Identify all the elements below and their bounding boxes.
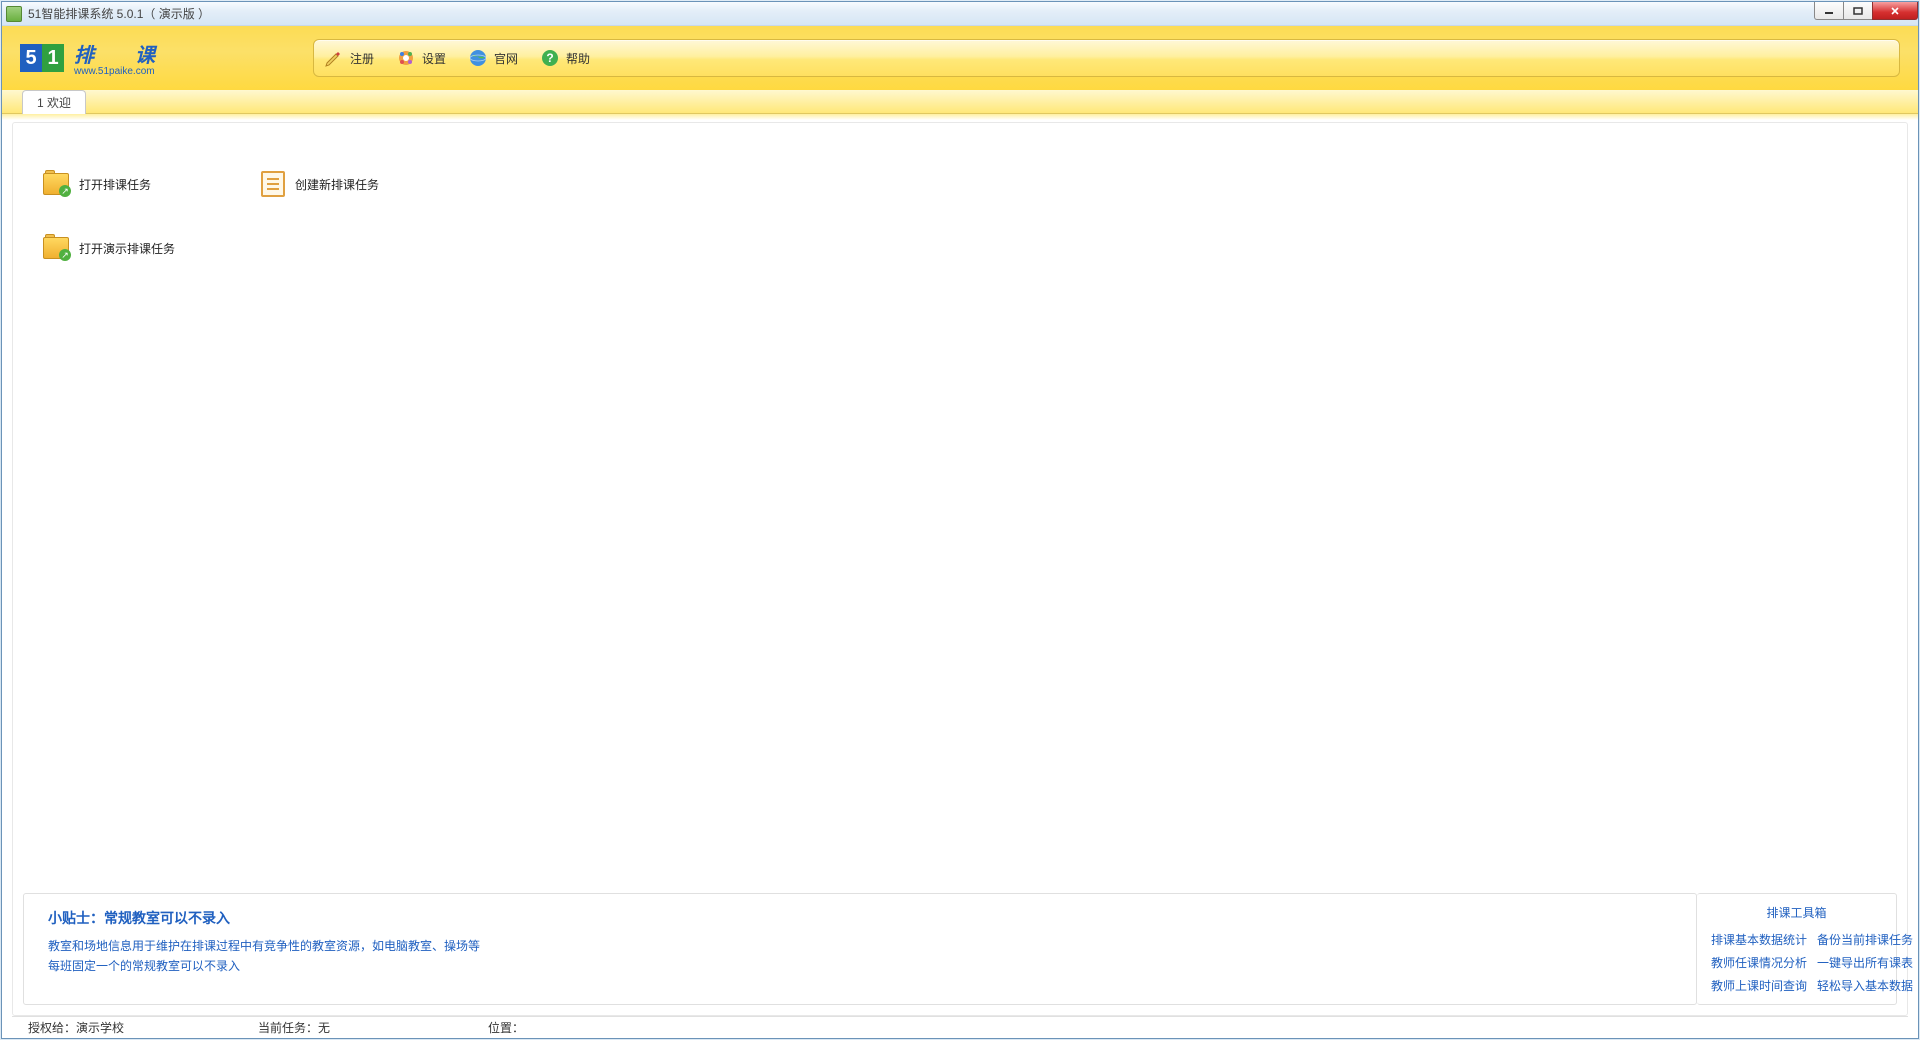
folder-demo-icon: ↗ [43,237,69,259]
app-window: 51智能排课系统 5.0.1（ 演示版 ） 5 1 排 课 www.51paik… [1,1,1919,1039]
minimize-icon [1824,7,1834,15]
help-icon: ? [540,48,560,68]
globe-icon [468,48,488,68]
close-icon [1890,7,1900,15]
pen-icon [324,48,344,68]
svg-text:?: ? [546,51,553,65]
tips-line-1: 教室和场地信息用于维护在排课过程中有竞争性的教室资源，如电脑教室、操场等 [48,936,1672,956]
toolbox-link-stats[interactable]: 排课基本数据统计 [1711,931,1807,948]
maximize-button[interactable] [1843,2,1873,20]
tips-body: 教室和场地信息用于维护在排课过程中有竞争性的教室资源，如电脑教室、操场等 每班固… [48,936,1672,977]
status-task-label: 当前任务： [258,1021,318,1035]
logo-1: 1 [42,44,64,72]
status-task: 当前任务：无 [250,1019,480,1036]
status-position: 位置： [480,1019,532,1036]
window-title: 51智能排课系统 5.0.1（ 演示版 ） [28,5,210,22]
open-demo-label: 打开演示排课任务 [79,240,175,257]
help-button[interactable]: ? 帮助 [540,48,590,68]
open-task-button[interactable]: ↗ 打开排课任务 [43,171,151,197]
app-icon [6,6,22,22]
tab-welcome[interactable]: 1 欢迎 [22,90,86,114]
toolbar: 注册 设置 官网 ? 帮助 [313,39,1900,77]
close-button[interactable] [1872,2,1918,20]
website-label: 官网 [494,50,518,67]
logo-5: 5 [20,44,42,72]
register-label: 注册 [350,50,374,67]
logo-51-icon: 5 1 [20,44,64,72]
status-bar: 授权给：演示学校 当前任务：无 位置： [12,1016,1908,1038]
settings-button[interactable]: 设置 [396,48,446,68]
status-license-label: 授权给： [28,1021,76,1035]
document-icon [261,171,285,197]
logo-title: 排 课 [74,39,173,68]
status-license: 授权给：演示学校 [20,1019,250,1036]
new-task-button[interactable]: 创建新排课任务 [261,171,379,197]
status-license-value: 演示学校 [76,1021,124,1035]
toolbox-link-time-query[interactable]: 教师上课时间查询 [1711,977,1807,994]
tab-welcome-label: 1 欢迎 [37,96,71,110]
content-inner: ↗ 打开排课任务 创建新排课任务 ↗ [12,122,1908,1016]
folder-open-icon: ↗ [43,173,69,195]
new-task-label: 创建新排课任务 [295,176,379,193]
website-button[interactable]: 官网 [468,48,518,68]
content-wrap: ↗ 打开排课任务 创建新排课任务 ↗ [2,114,1918,1038]
welcome-actions: ↗ 打开排课任务 创建新排课任务 ↗ [23,141,1897,893]
open-demo-button[interactable]: ↗ 打开演示排课任务 [43,237,175,259]
register-button[interactable]: 注册 [324,48,374,68]
logo-url: www.51paike.com [74,66,173,77]
gear-icon [396,48,416,68]
settings-label: 设置 [422,50,446,67]
help-label: 帮助 [566,50,590,67]
window-controls [1815,2,1918,20]
tips-panel: 小贴士：常规教室可以不录入 教室和场地信息用于维护在排课过程中有竞争性的教室资源… [23,893,1697,1005]
logo: 5 1 排 课 www.51paike.com [20,39,173,77]
tips-line-2: 每班固定一个的常规教室可以不录入 [48,956,1672,976]
toolbox-link-backup[interactable]: 备份当前排课任务 [1817,931,1913,948]
bottom-panels: 小贴士：常规教室可以不录入 教室和场地信息用于维护在排课过程中有竞争性的教室资源… [23,893,1897,1005]
toolbox-link-export-all[interactable]: 一键导出所有课表 [1817,954,1913,971]
tips-title: 小贴士：常规教室可以不录入 [48,908,1672,928]
tab-strip: 1 欢迎 [2,90,1918,114]
logo-text: 排 课 www.51paike.com [74,39,173,77]
toolbox-links: 排课基本数据统计 备份当前排课任务 教师任课情况分析 一键导出所有课表 教师上课… [1711,931,1882,994]
maximize-icon [1853,7,1863,15]
open-task-label: 打开排课任务 [79,176,151,193]
status-task-value: 无 [318,1021,330,1035]
minimize-button[interactable] [1814,2,1844,20]
toolbox-panel: 排课工具箱 排课基本数据统计 备份当前排课任务 教师任课情况分析 一键导出所有课… [1697,893,1897,1005]
toolbox-link-import[interactable]: 轻松导入基本数据 [1817,977,1913,994]
titlebar: 51智能排课系统 5.0.1（ 演示版 ） [2,2,1918,26]
toolbox-title: 排课工具箱 [1711,904,1882,921]
header-band: 5 1 排 课 www.51paike.com 注册 设置 [2,26,1918,90]
status-position-label: 位置： [488,1021,524,1035]
toolbox-link-teacher-analysis[interactable]: 教师任课情况分析 [1711,954,1807,971]
